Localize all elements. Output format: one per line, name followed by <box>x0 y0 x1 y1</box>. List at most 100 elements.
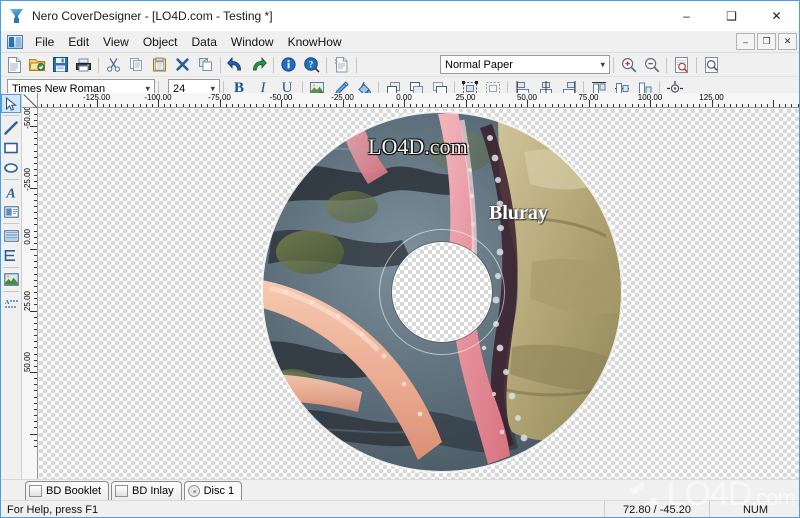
menu-knowhow[interactable]: KnowHow <box>281 32 349 52</box>
document-tabs: BD Booklet BD Inlay Disc 1 <box>1 479 799 500</box>
ruler-major-tick <box>30 249 37 250</box>
ruler-minor-tick <box>705 104 707 107</box>
tools-palette: A A <box>1 93 22 479</box>
tab-bd-booklet[interactable]: BD Booklet <box>25 481 110 500</box>
print-button[interactable] <box>72 54 95 76</box>
zoom-in-button[interactable] <box>617 54 640 76</box>
horizontal-ruler[interactable]: -125.00 -100.00 -75.00 -50.00 -25.00 0.00 25.0… <box>22 93 799 108</box>
ruler-minor-tick <box>686 104 688 107</box>
ruler-minor-tick <box>619 104 621 107</box>
ruler-minor-tick <box>490 104 492 107</box>
ruler-minor-tick <box>563 104 565 107</box>
menu-window[interactable]: Window <box>224 32 281 52</box>
print-preview-button[interactable] <box>670 54 693 76</box>
ruler-minor-tick <box>613 104 615 107</box>
window-title: Nero CoverDesigner - [LO4D.com - Testing… <box>32 9 273 23</box>
minimize-button[interactable]: – <box>664 1 709 31</box>
design-canvas[interactable]: LO4D.com Bluray <box>39 109 799 479</box>
menu-file[interactable]: File <box>28 32 61 52</box>
ruler-minor-tick <box>459 104 461 107</box>
ruler-minor-tick <box>34 261 37 263</box>
ruler-minor-tick <box>34 224 37 226</box>
ruler-minor-tick <box>34 304 37 306</box>
ruler-label: 50.00 <box>23 352 32 373</box>
ruler-minor-tick <box>34 285 37 287</box>
ruler-minor-tick <box>34 341 37 343</box>
redo-button[interactable] <box>247 54 270 76</box>
ruler-minor-tick <box>225 104 227 107</box>
paste-button[interactable] <box>148 54 171 76</box>
menu-object[interactable]: Object <box>136 32 185 52</box>
ruler-minor-tick <box>514 104 516 107</box>
ruler-minor-tick <box>428 104 430 107</box>
tab-bd-inlay[interactable]: BD Inlay <box>111 481 182 500</box>
vertical-ruler[interactable]: -50.00 -25.00 0.00 25.00 50.00 <box>22 108 38 479</box>
ruler-minor-tick <box>244 104 246 107</box>
new-document-button[interactable] <box>3 54 26 76</box>
ruler-minor-tick <box>207 104 209 107</box>
disc-object[interactable]: LO4D.com Bluray <box>262 112 622 472</box>
ruler-label: -100.00 <box>144 93 172 102</box>
ruler-minor-tick <box>797 104 799 107</box>
cut-button[interactable] <box>102 54 125 76</box>
tool-field[interactable] <box>1 226 21 245</box>
tool-track-list[interactable] <box>1 246 21 265</box>
maximize-button[interactable]: ❑ <box>709 1 754 31</box>
tool-text-box[interactable] <box>1 202 21 221</box>
ruler-minor-tick <box>440 104 442 107</box>
ruler-minor-tick <box>59 104 61 107</box>
open-document-button[interactable] <box>26 54 49 76</box>
ruler-minor-tick <box>34 390 37 392</box>
duplicate-button[interactable] <box>194 54 217 76</box>
tool-rectangle[interactable] <box>1 138 21 157</box>
ruler-minor-tick <box>34 113 37 115</box>
save-document-button[interactable] <box>49 54 72 76</box>
ruler-label: 100.00 <box>637 93 663 102</box>
status-help-text: For Help, press F1 <box>7 504 99 516</box>
tool-line[interactable] <box>1 118 21 137</box>
info-button[interactable] <box>277 54 300 76</box>
paper-type-value: Normal Paper <box>445 58 513 71</box>
properties-button[interactable] <box>330 54 353 76</box>
delete-button[interactable] <box>171 54 194 76</box>
tool-ellipse[interactable] <box>1 158 21 177</box>
ruler-minor-tick <box>34 353 37 355</box>
ruler-minor-tick <box>34 156 37 158</box>
ruler-minor-tick <box>582 104 584 107</box>
toolbar-separator <box>220 56 221 73</box>
paper-type-select[interactable]: Normal Paper ▾ <box>440 55 610 74</box>
menu-edit[interactable]: Edit <box>61 32 96 52</box>
disc-title-label[interactable]: Bluray <box>489 202 548 225</box>
zoom-out-button[interactable] <box>640 54 663 76</box>
menu-view[interactable]: View <box>96 32 136 52</box>
toolbar-separator <box>696 56 697 73</box>
tab-disc-1[interactable]: Disc 1 <box>183 481 243 500</box>
disc-artwork[interactable]: LO4D.com Bluray <box>262 112 622 472</box>
help-search-button[interactable]: ? <box>300 54 323 76</box>
application-window: Nero CoverDesigner - [LO4D.com - Testing… <box>0 0 800 518</box>
ruler-minor-tick <box>176 104 178 107</box>
ruler-minor-tick <box>385 104 387 107</box>
palette-separator <box>3 267 19 268</box>
close-button[interactable]: ✕ <box>754 1 799 31</box>
document-window-icon[interactable] <box>7 34 23 49</box>
ruler-minor-tick <box>379 104 381 107</box>
tool-artistic-text[interactable]: A <box>1 182 21 201</box>
tool-image[interactable] <box>1 270 21 289</box>
ruler-minor-tick <box>108 104 110 107</box>
disc-watermark-label[interactable]: LO4D.com <box>368 134 468 160</box>
menu-data[interactable]: Data <box>185 32 224 52</box>
ruler-minor-tick <box>656 104 658 107</box>
undo-button[interactable] <box>224 54 247 76</box>
ruler-minor-tick <box>606 104 608 107</box>
ruler-minor-tick <box>139 104 141 107</box>
ruler-minor-tick <box>34 150 37 152</box>
ruler-minor-tick <box>324 104 326 107</box>
ruler-minor-tick <box>680 104 682 107</box>
copy-button[interactable] <box>125 54 148 76</box>
mdi-restore-icon[interactable]: ❐ <box>757 33 776 50</box>
mdi-close-icon[interactable]: ✕ <box>778 33 797 50</box>
page-view-button[interactable] <box>700 54 723 76</box>
tool-playlist[interactable]: A <box>1 294 21 313</box>
mdi-minimize-icon[interactable]: – <box>736 33 755 50</box>
